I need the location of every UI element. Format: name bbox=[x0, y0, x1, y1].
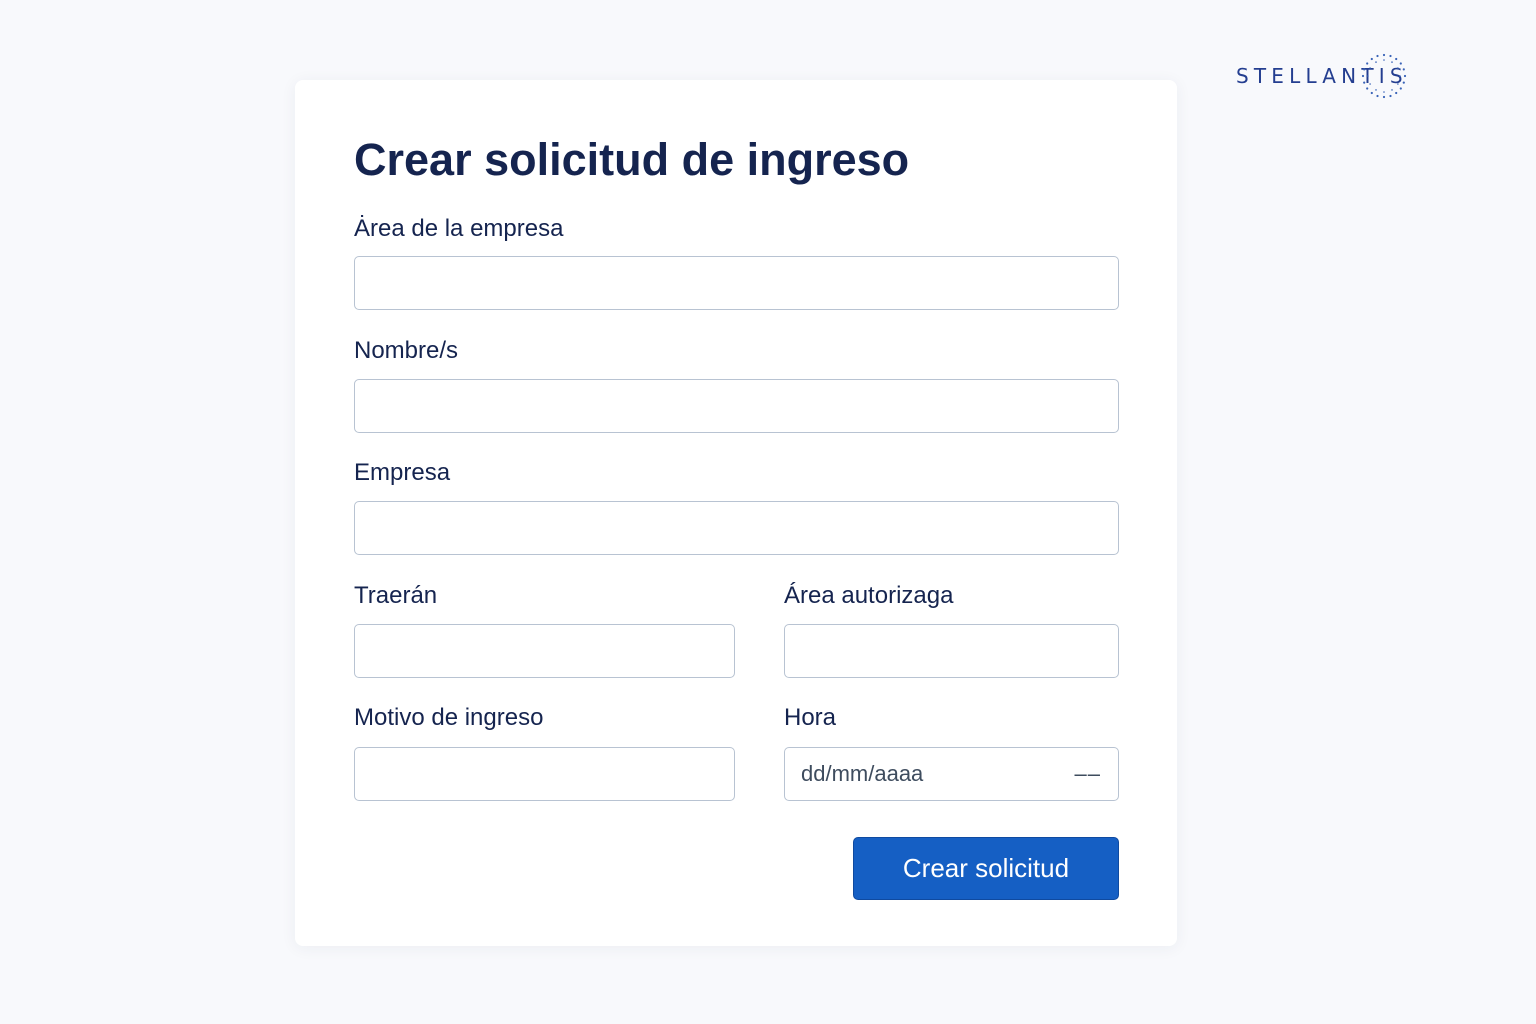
area-empresa-label: Ȧrea de la empresa bbox=[354, 215, 564, 242]
time-placeholder: –– bbox=[1074, 761, 1101, 786]
traeran-label: Traerán bbox=[354, 582, 438, 609]
hora-field[interactable]: –– bbox=[784, 747, 1119, 801]
empresa-input[interactable] bbox=[354, 501, 1119, 555]
empresa-label: Empresa bbox=[354, 459, 451, 486]
hora-label: Hora bbox=[784, 704, 837, 731]
motivo-ingreso-label: Motivo de ingreso bbox=[354, 704, 544, 731]
motivo-ingreso-input[interactable] bbox=[354, 747, 735, 801]
stellantis-ring-icon bbox=[1361, 53, 1407, 99]
page-title: Crear solicitud de ingreso bbox=[354, 134, 910, 185]
nombres-input[interactable] bbox=[354, 379, 1119, 433]
request-form-card: Crear solicitud de ingreso Ȧrea de la em… bbox=[295, 80, 1177, 946]
area-autorizada-input[interactable] bbox=[784, 624, 1119, 678]
traeran-input[interactable] bbox=[354, 624, 735, 678]
crear-solicitud-button[interactable]: Crear solicitud bbox=[853, 837, 1119, 900]
stellantis-logo: STELLANTIS bbox=[1236, 50, 1492, 106]
area-empresa-input[interactable] bbox=[354, 256, 1119, 310]
area-autorizada-label: Área autorizaga bbox=[784, 582, 954, 609]
nombres-label: Nombre/s bbox=[354, 337, 459, 364]
hora-input[interactable] bbox=[784, 747, 1119, 801]
